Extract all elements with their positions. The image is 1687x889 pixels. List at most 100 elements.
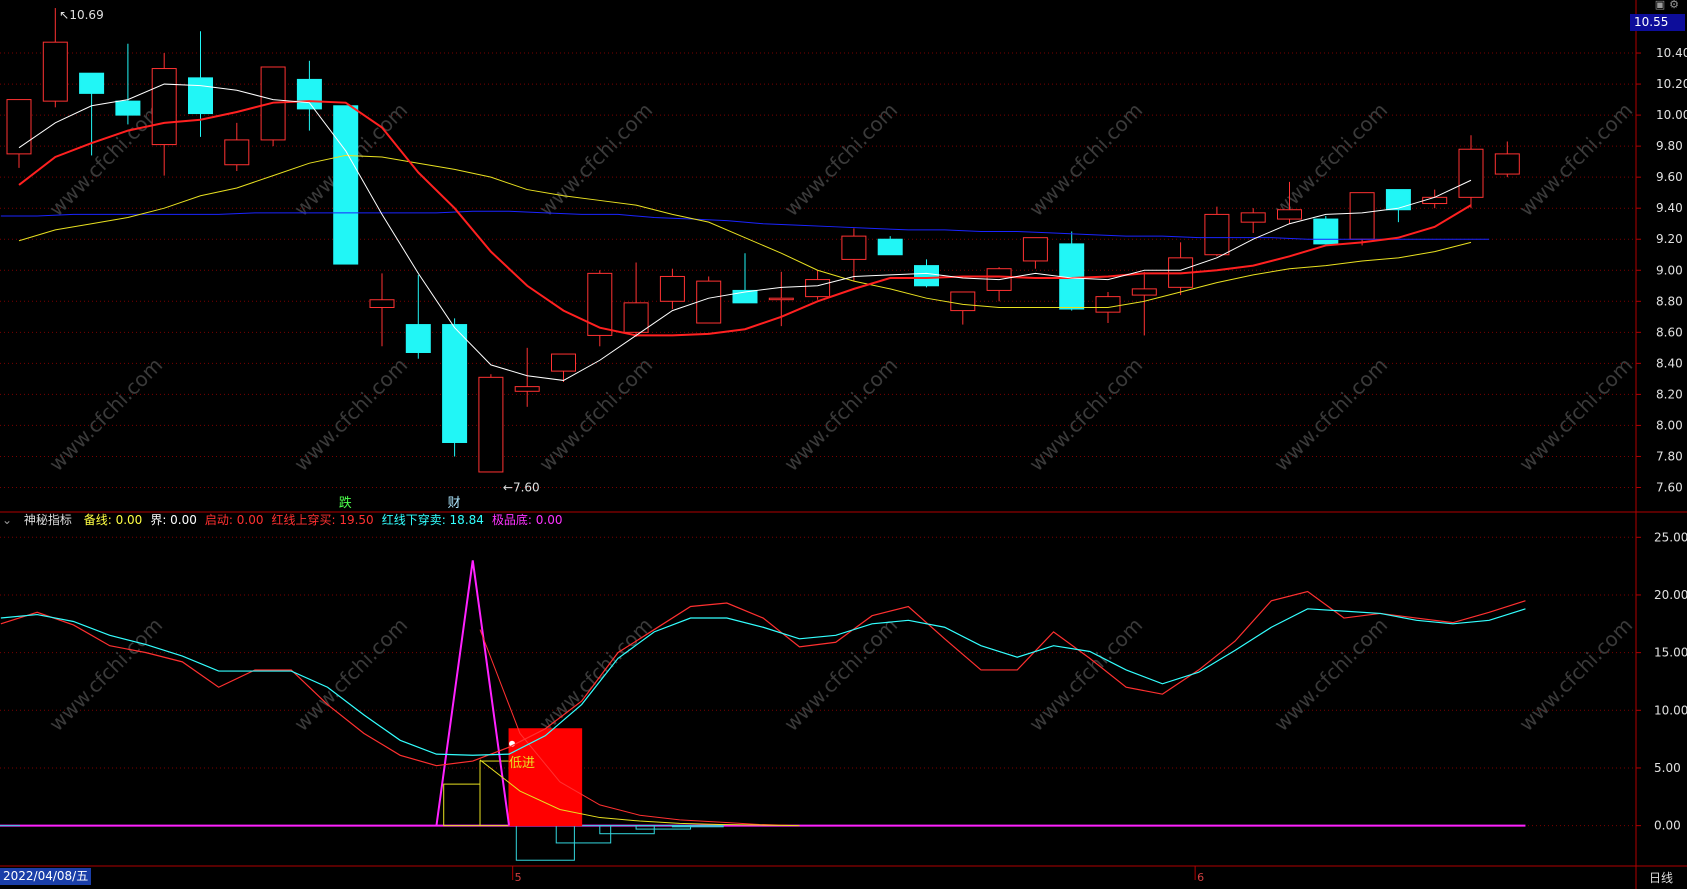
watermark-11: www.cfchi.com [1024, 353, 1147, 476]
main-tick-label-4: 8.40 [1656, 356, 1683, 370]
close-icon[interactable]: ⚙ [1669, 0, 1683, 11]
watermark-7: www.cfchi.com [44, 353, 167, 476]
candle-body-11 [405, 324, 431, 353]
main-tick-label-6: 8.80 [1656, 294, 1683, 308]
candle-body-26 [950, 291, 976, 312]
main-tick-label-10: 9.60 [1656, 170, 1683, 184]
main-tick-label-8: 9.20 [1656, 232, 1683, 246]
candle-body-4 [151, 68, 177, 146]
candle-body-37 [1349, 192, 1375, 240]
candle-body-15 [551, 353, 576, 372]
histogram-bar-4 [599, 825, 655, 835]
low-price-label: ←7.60 [503, 480, 540, 494]
histogram-bar-0 [443, 783, 481, 827]
main-tick-label-0: 7.60 [1656, 480, 1683, 494]
ma60-line [0, 210, 1490, 240]
indicator-value-5: 极品底: 0.00 [491, 513, 563, 527]
main-tick-label-12: 10.00 [1656, 108, 1687, 122]
ind-tick-label-3: 15.00 [1654, 646, 1687, 660]
histogram-bar-3 [555, 825, 612, 844]
ind-tick-label-0: 0.00 [1654, 819, 1681, 833]
watermark-8: www.cfchi.com [289, 353, 412, 476]
cursor-date: 2022/04/08/五 [0, 868, 92, 885]
watermark-4: www.cfchi.com [1024, 98, 1147, 221]
candle-body-5 [188, 77, 213, 115]
candle-body-1 [42, 41, 68, 102]
main-tick-label-1: 7.80 [1656, 449, 1683, 463]
indicator-values: 备线: 0.00 界: 0.00 启动: 0.00 红线上穿买: 19.50 红线下穿卖… [84, 513, 571, 527]
main-tick-label-13: 10.20 [1656, 77, 1687, 91]
collapse-icon[interactable]: ⌄ [2, 513, 12, 527]
main-tick-label-3: 8.20 [1656, 387, 1683, 401]
candle-body-0 [6, 99, 32, 155]
ind-tick-label-5: 25.00 [1654, 530, 1687, 544]
candle-body-30 [1095, 296, 1121, 313]
month-label-0: 5 [515, 871, 522, 884]
candle-body-41 [1494, 153, 1520, 175]
low-entry-box [508, 728, 583, 827]
candle-body-3 [115, 100, 141, 116]
watermark-10: www.cfchi.com [779, 353, 902, 476]
low-entry-label: 低进 [509, 756, 535, 771]
main-tick-label-2: 8.00 [1656, 418, 1683, 432]
current-price-tag: 10.55 [1630, 14, 1685, 31]
main-tick-label-11: 9.80 [1656, 139, 1683, 153]
candle-body-6 [224, 139, 250, 166]
indicator-value-2: 启动: 0.00 [204, 513, 264, 527]
candle-body-21 [768, 297, 794, 301]
signal-label-0: 跌 [339, 495, 352, 511]
candle-body-24 [877, 238, 903, 256]
main-tick-label-9: 9.40 [1656, 201, 1683, 215]
watermark-16: www.cfchi.com [534, 613, 657, 736]
watermark-20: www.cfchi.com [1514, 613, 1637, 736]
candle-body-28 [1022, 237, 1048, 262]
candle-body-36 [1313, 218, 1339, 245]
ind-tick-label-1: 5.00 [1654, 761, 1681, 775]
main-tick-label-5: 8.60 [1656, 325, 1683, 339]
watermark-2: www.cfchi.com [534, 98, 657, 221]
candle-body-14 [514, 386, 540, 392]
candle-body-8 [296, 78, 322, 110]
watermark-15: www.cfchi.com [289, 613, 412, 736]
indicator-name: 神秘指标 [23, 513, 72, 527]
ind-tick-label-2: 10.00 [1654, 703, 1687, 717]
candle-body-22 [805, 279, 831, 298]
watermark-13: www.cfchi.com [1514, 353, 1637, 476]
candle-body-33 [1204, 213, 1230, 256]
candle-body-13 [478, 376, 504, 473]
candle-body-17 [623, 302, 649, 333]
candle-body-40 [1458, 148, 1484, 198]
watermark-12: www.cfchi.com [1269, 353, 1392, 476]
high-price-label: ↖10.69 [59, 8, 103, 22]
indicator-value-4: 红线下穿卖: 18.84 [381, 513, 484, 527]
stock-chart-canvas: 7.60 7.80 8.00 8.20 8.40 8.60 8.80 9.00 9.20 9.40… [0, 0, 1687, 889]
indicator-info-bar: ⌄ 神秘指标 备线: 0.00 界: 0.00 启动: 0.00 红线上穿买: 19.… [2, 510, 578, 530]
watermark-3: www.cfchi.com [779, 98, 902, 221]
candle-body-31 [1131, 288, 1157, 296]
candle-body-23 [841, 235, 867, 260]
candle-body-25 [914, 265, 939, 287]
spike-line [435, 560, 511, 826]
candle-body-34 [1240, 212, 1266, 223]
candle-body-10 [369, 299, 395, 308]
ind-tick-label-4: 20.00 [1654, 588, 1687, 602]
window-controls: ▣⚙ [1655, 0, 1683, 11]
indicator-value-3: 红线上穿买: 19.50 [271, 513, 374, 527]
indicator-value-0: 备线: 0.00 [83, 513, 143, 527]
menu-icon[interactable]: ▣ [1655, 0, 1669, 11]
watermark-18: www.cfchi.com [1024, 613, 1147, 736]
watermark-0: www.cfchi.com [44, 98, 167, 221]
watermark-19: www.cfchi.com [1269, 613, 1392, 736]
candle-body-18 [659, 275, 685, 302]
signal-label-1: 财 [448, 496, 461, 511]
main-tick-label-14: 10.40 [1656, 46, 1687, 60]
month-label-1: 6 [1197, 871, 1204, 884]
candle-body-2 [79, 72, 105, 94]
candle-body-16 [587, 272, 613, 336]
candle-body-38 [1385, 189, 1411, 211]
candle-body-35 [1277, 209, 1302, 220]
candle-body-39 [1422, 196, 1448, 205]
candle-body-12 [442, 324, 468, 443]
period-label[interactable]: 日线 [1649, 869, 1673, 886]
indicator-value-1: 界: 0.00 [150, 513, 197, 527]
